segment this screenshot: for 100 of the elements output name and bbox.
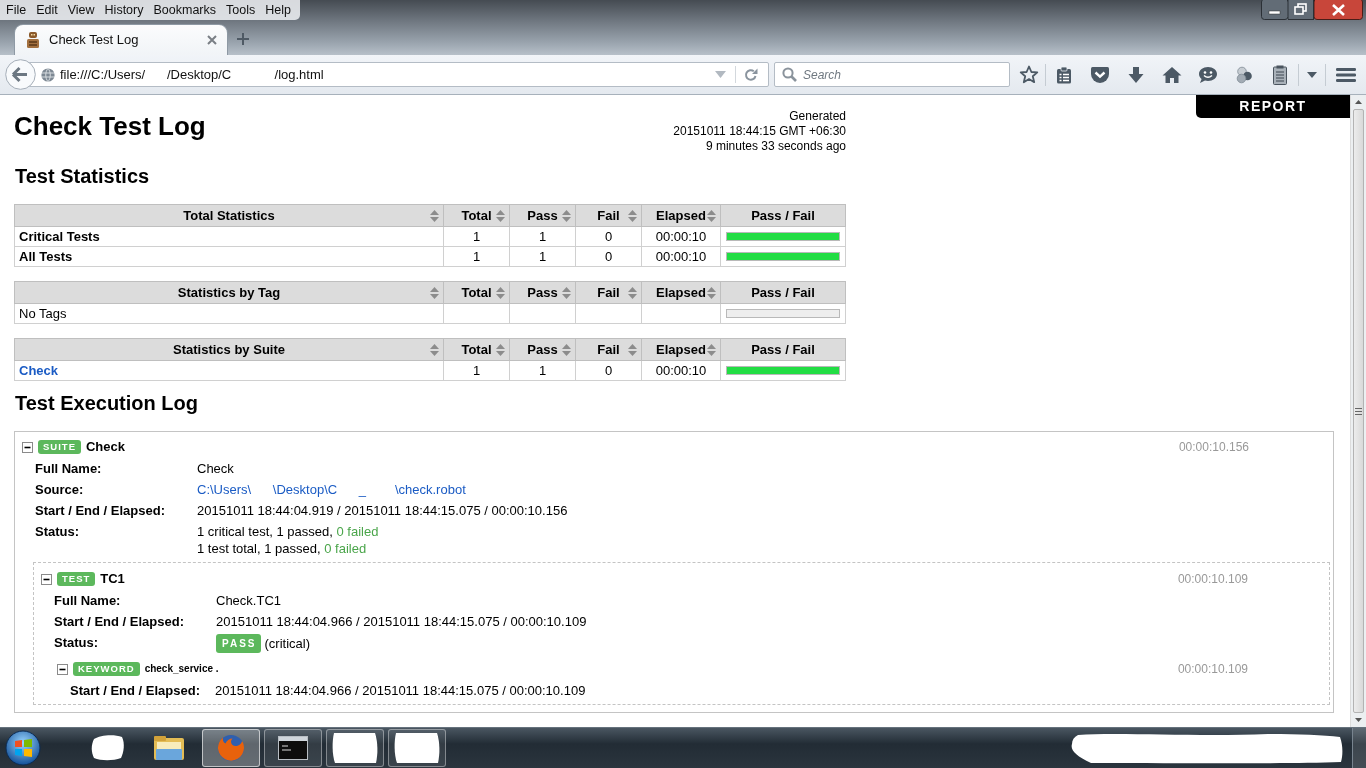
field-value: Check.TC1 xyxy=(216,592,282,609)
collapse-icon[interactable] xyxy=(41,573,52,585)
menu-icon[interactable] xyxy=(1336,66,1356,83)
report-link[interactable]: REPORT xyxy=(1196,95,1350,118)
column-header: Pass / Fail xyxy=(751,341,815,358)
field-label: Start / End / Elapsed: xyxy=(54,613,186,630)
menu-item[interactable]: File xyxy=(1,0,32,20)
taskbar-button[interactable] xyxy=(326,729,384,767)
row-label: No Tags xyxy=(14,303,444,324)
taskbar-button[interactable] xyxy=(388,729,446,767)
column-header: Pass xyxy=(527,341,558,358)
table-cell: 1 xyxy=(509,246,576,267)
scroll-up-icon[interactable] xyxy=(1355,100,1362,104)
table-cell: 1 xyxy=(443,226,510,247)
chevron-shield-icon[interactable] xyxy=(1090,65,1110,84)
table-cell: 1 xyxy=(443,360,510,381)
scroll-thumb[interactable] xyxy=(1353,109,1364,713)
taskbar-button[interactable] xyxy=(264,729,322,767)
folder-icon[interactable] xyxy=(152,734,186,762)
browser-tab[interactable]: Check Test Log xyxy=(14,24,228,55)
smiley-chat-icon[interactable] xyxy=(1198,65,1218,84)
address-bar[interactable]: file:///C:/Users/ /Desktop/C /log.html xyxy=(28,62,769,87)
field-label: Start / End / Elapsed: xyxy=(35,502,167,519)
row-label: Critical Tests xyxy=(14,226,444,247)
minimize-button[interactable] xyxy=(1261,0,1288,20)
table-cell: 00:00:10 xyxy=(641,246,721,267)
table-cell: 0 xyxy=(575,246,642,267)
field-label: Status: xyxy=(54,634,100,651)
table-cell: 00:00:10 xyxy=(641,360,721,381)
blank-app-icon xyxy=(392,731,442,765)
restore-button[interactable] xyxy=(1288,0,1314,20)
search-icon xyxy=(782,67,797,82)
table-cell: 0 xyxy=(575,226,642,247)
column-header: Fail xyxy=(597,341,620,358)
column-header: Pass / Fail xyxy=(751,207,815,224)
column-header: Fail xyxy=(597,207,620,224)
column-header: Statistics by Tag xyxy=(177,284,281,301)
column-header: Statistics by Suite xyxy=(173,341,285,358)
field-value: 20151011 18:44:04.966 / 20151011 18:44:15.075 / 00:00:10.109 xyxy=(216,613,587,630)
flame-globe-icon xyxy=(216,733,246,763)
reload-icon[interactable] xyxy=(744,67,758,82)
clipboard-list-icon[interactable] xyxy=(1056,65,1072,84)
item-name: TC1 xyxy=(100,571,125,587)
home-icon[interactable] xyxy=(1162,65,1182,84)
collapse-icon[interactable] xyxy=(57,663,68,675)
source-link[interactable]: C:\Users\ \Desktop\C _ \check.robot xyxy=(197,481,466,498)
search-field[interactable]: Search xyxy=(774,62,1010,87)
caret-icon[interactable] xyxy=(1307,71,1317,78)
field-label: Full Name: xyxy=(54,592,122,609)
star-icon[interactable] xyxy=(1019,65,1039,84)
table-cell: 1 xyxy=(509,226,576,247)
type-label: SUITE xyxy=(38,440,81,454)
collapse-icon[interactable] xyxy=(22,441,33,453)
generated-timestamp: 20151011 18:44:15 GMT +06:30 xyxy=(673,124,846,139)
menu-item[interactable]: Help xyxy=(260,0,296,20)
item-name: Check xyxy=(86,439,125,455)
section-heading: Test Execution Log xyxy=(15,391,199,415)
keyword-name: check_service . xyxy=(144,663,219,675)
column-header: Fail xyxy=(597,284,620,301)
download-icon[interactable] xyxy=(1128,65,1144,84)
blank-app-icon xyxy=(330,731,380,765)
elapsed-time: 00:00:10.109 xyxy=(1177,661,1248,677)
field-value: 20151011 18:44:04.919 / 20151011 18:44:15.075 / 00:00:10.156 xyxy=(197,502,568,519)
status-summary: 1 test total, 1 passed, 0 failed xyxy=(197,540,368,557)
menu-item[interactable]: Tools xyxy=(221,0,261,20)
column-header: Elapsed xyxy=(656,207,706,224)
column-header: Elapsed xyxy=(656,341,706,358)
field-label: Source: xyxy=(35,481,85,498)
close-icon[interactable] xyxy=(207,35,217,45)
generated-age: 9 minutes 33 seconds ago xyxy=(704,139,846,154)
menu-item[interactable]: Edit xyxy=(31,0,63,20)
three-circles-icon[interactable] xyxy=(1235,65,1253,84)
field-label: Start / End / Elapsed: xyxy=(70,682,202,699)
table-cell: 00:00:10 xyxy=(641,226,721,247)
field-label: Full Name: xyxy=(35,460,103,477)
suite-link[interactable]: Check xyxy=(19,363,59,378)
column-header: Elapsed xyxy=(656,284,706,301)
status-summary: 1 critical test, 1 passed, 0 failed xyxy=(197,523,379,540)
menu-item[interactable]: View xyxy=(62,0,100,20)
show-desktop-button[interactable] xyxy=(1352,728,1366,768)
column-header: Pass xyxy=(527,284,558,301)
section-heading: Test Statistics xyxy=(15,164,151,188)
menu-item[interactable]: Bookmarks xyxy=(148,0,221,20)
robot-icon xyxy=(25,31,41,49)
menu-item[interactable]: History xyxy=(99,0,149,20)
grip-icon xyxy=(1355,407,1362,415)
notepad-icon[interactable] xyxy=(1273,64,1287,85)
globe-icon xyxy=(41,67,55,82)
elapsed-time: 00:00:10.156 xyxy=(1178,439,1249,455)
table-cell: 1 xyxy=(509,360,576,381)
scroll-down-icon[interactable] xyxy=(1355,718,1362,722)
close-button[interactable] xyxy=(1314,0,1363,20)
plus-icon[interactable] xyxy=(237,33,249,45)
back-button[interactable] xyxy=(5,59,36,90)
column-header: Total xyxy=(461,341,492,358)
terminal-icon xyxy=(278,736,308,760)
elapsed-time: 00:00:10.109 xyxy=(1177,571,1248,587)
column-header: Total Statistics xyxy=(183,207,275,224)
column-header: Total xyxy=(461,207,492,224)
start-button[interactable] xyxy=(2,728,44,768)
